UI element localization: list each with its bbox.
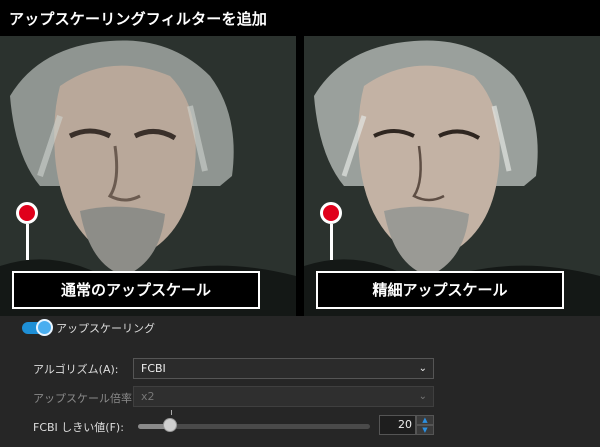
slider-tick <box>171 410 172 415</box>
algorithm-value: FCBI <box>141 362 166 375</box>
marker-line-left <box>26 224 29 260</box>
threshold-label: FCBI しきい値(F): <box>33 421 124 434</box>
preview-fine: 精細アップスケール <box>304 36 600 316</box>
preview-divider <box>296 36 304 316</box>
algorithm-select[interactable]: FCBI ⌄ <box>133 358 434 379</box>
caret-down-icon[interactable]: ▼ <box>416 425 434 435</box>
scale-value: x2 <box>141 390 155 403</box>
chevron-down-icon: ⌄ <box>418 391 427 402</box>
caption-fine-upscale: 精細アップスケール <box>316 271 564 309</box>
caret-up-icon[interactable]: ▲ <box>416 415 434 425</box>
marker-dot-left <box>16 202 38 224</box>
algorithm-label: アルゴリズム(A): <box>33 363 119 376</box>
upscaling-toggle-knob[interactable] <box>36 319 53 336</box>
chevron-down-icon: ⌄ <box>418 363 427 374</box>
title-bar: アップスケーリングフィルターを追加 <box>0 0 600 36</box>
scale-select[interactable]: x2 ⌄ <box>133 386 434 407</box>
upscaling-toggle-label: アップスケーリング <box>56 322 155 335</box>
marker-line-right <box>330 224 333 260</box>
preview-normal: 通常のアップスケール <box>0 36 296 316</box>
window-title: アップスケーリングフィルターを追加 <box>9 10 268 28</box>
marker-dot-right <box>320 202 342 224</box>
caption-normal-upscale: 通常のアップスケール <box>12 271 260 309</box>
threshold-spinner: ▲ ▼ <box>416 415 434 435</box>
threshold-input[interactable]: 20 <box>379 415 416 435</box>
